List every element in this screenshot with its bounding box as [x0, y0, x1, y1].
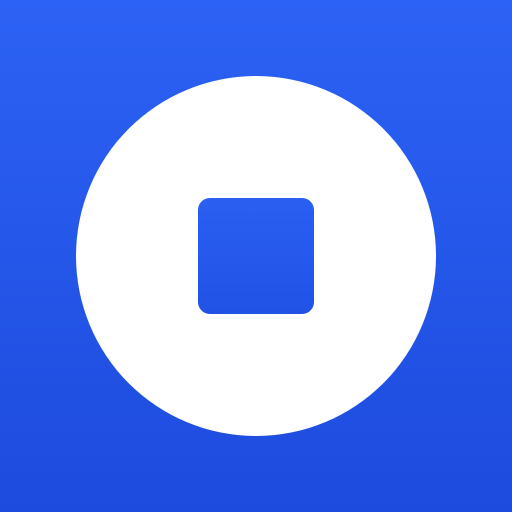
stop-icon — [198, 198, 314, 314]
stop-button[interactable] — [76, 76, 436, 436]
app-icon-background — [0, 0, 512, 512]
